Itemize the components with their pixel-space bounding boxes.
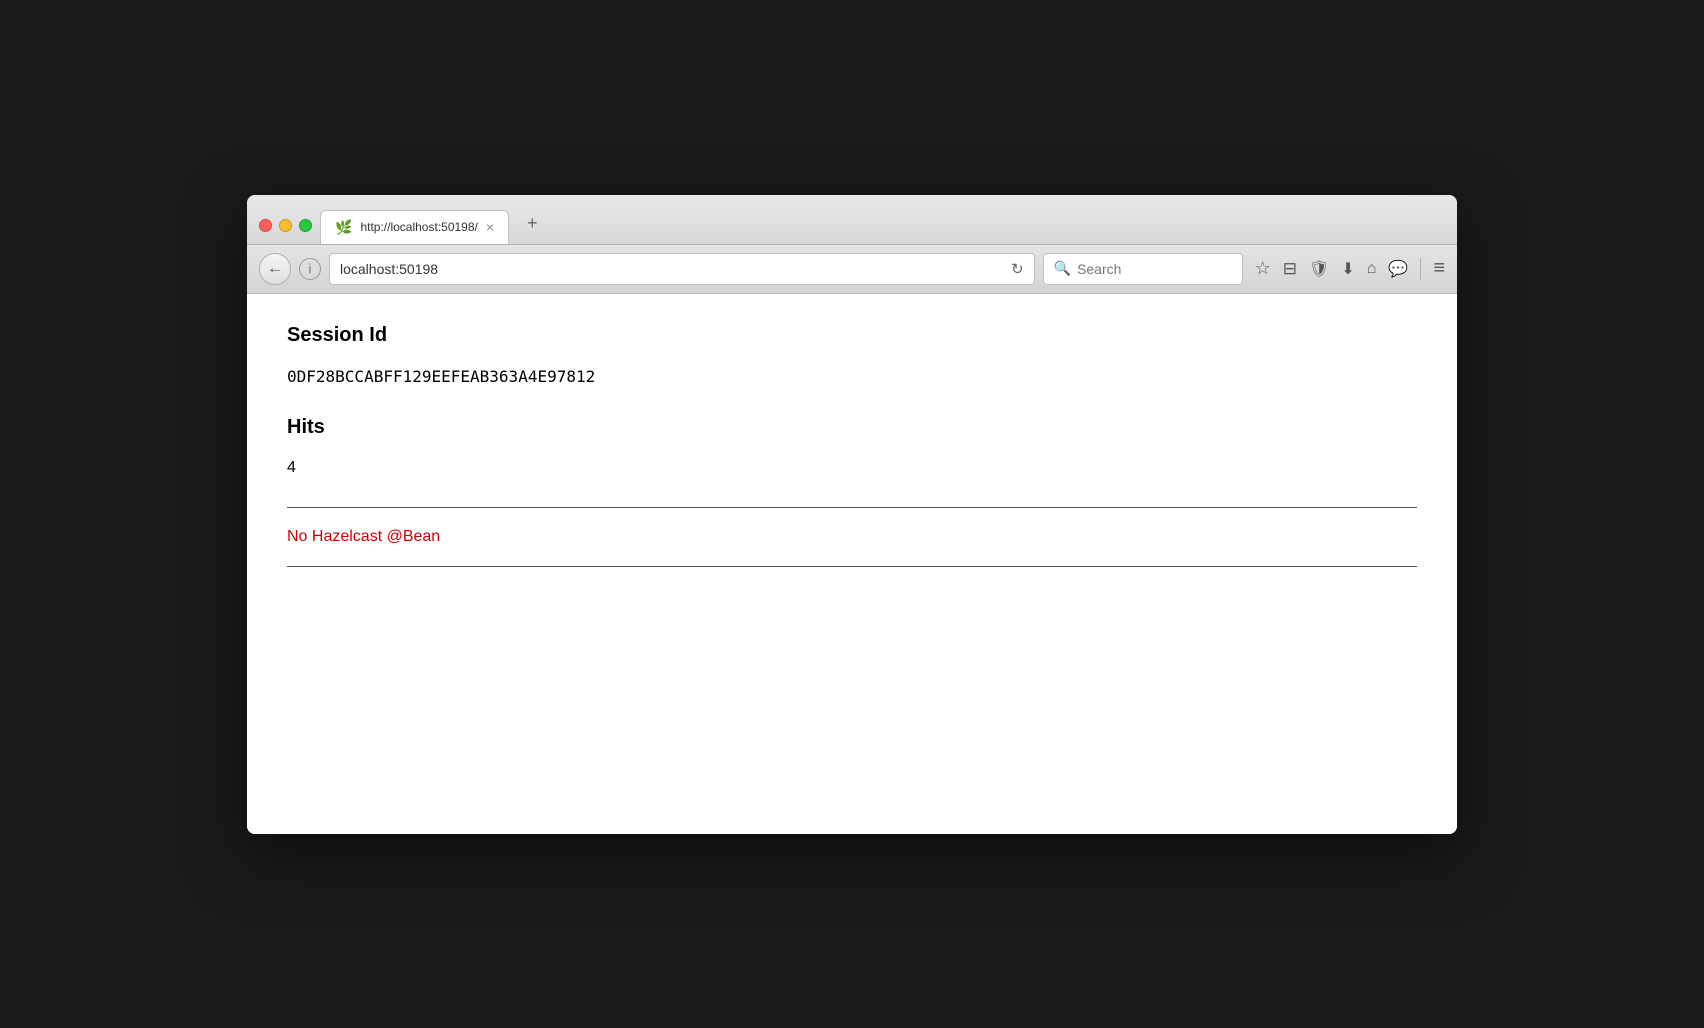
tab-close-button[interactable]: × [486,220,494,234]
divider-bottom [287,566,1417,567]
nav-bar: ← i ↻ 🔍 ☆ ⊟ 🛡 ⬇ ⌂ 💬 ≡ [247,245,1457,294]
pocket-icon[interactable]: 🛡 [1309,259,1329,279]
hits-label: Hits [287,416,1417,439]
toolbar-divider [1420,258,1421,280]
session-id-value: 0DF28BCCABFF129EEFEAB363A4E97812 [287,367,1417,386]
divider-top [287,507,1417,508]
feedback-icon[interactable]: 💬 [1388,259,1408,279]
address-bar[interactable]: ↻ [329,253,1035,285]
error-message: No Hazelcast @Bean [287,528,1417,546]
home-icon[interactable]: ⌂ [1367,260,1377,278]
maximize-button[interactable] [299,219,312,232]
info-icon: i [309,261,312,276]
search-icon: 🔍 [1054,260,1071,277]
tab-favicon: 🌿 [335,219,352,236]
session-id-label: Session Id [287,324,1417,347]
reload-button[interactable]: ↻ [1011,260,1024,278]
search-input[interactable] [1077,261,1217,277]
close-button[interactable] [259,219,272,232]
page-content: Session Id 0DF28BCCABFF129EEFEAB363A4E97… [247,294,1457,834]
menu-icon[interactable]: ≡ [1433,257,1445,280]
info-button[interactable]: i [299,258,321,280]
title-bar: 🌿 http://localhost:50198/ × + [247,195,1457,245]
tab-title: http://localhost:50198/ [360,220,477,234]
browser-window: 🌿 http://localhost:50198/ × + ← i ↻ 🔍 ☆ … [247,195,1457,834]
new-tab-button[interactable]: + [517,205,548,244]
back-icon: ← [267,260,283,278]
reading-list-icon[interactable]: ⊟ [1283,259,1297,279]
back-button[interactable]: ← [259,253,291,285]
traffic-lights [259,219,312,244]
bookmark-icon[interactable]: ☆ [1255,258,1271,279]
toolbar-icons: ☆ ⊟ 🛡 ⬇ ⌂ 💬 ≡ [1255,257,1445,280]
download-icon[interactable]: ⬇ [1341,259,1354,279]
hits-value: 4 [287,459,1417,477]
address-input[interactable] [340,261,1003,277]
active-tab[interactable]: 🌿 http://localhost:50198/ × [320,210,509,244]
search-bar[interactable]: 🔍 [1043,253,1243,285]
minimize-button[interactable] [279,219,292,232]
